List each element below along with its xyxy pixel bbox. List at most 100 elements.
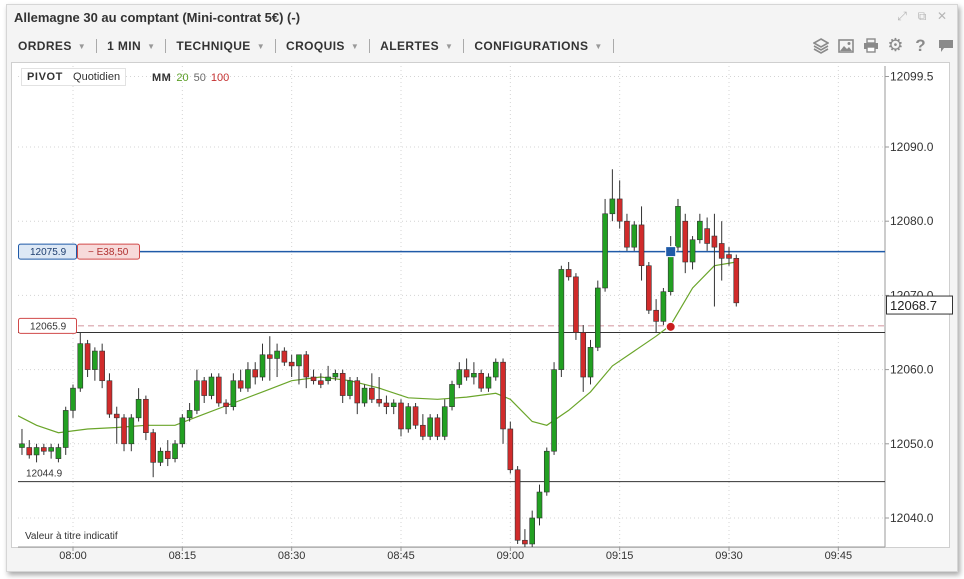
candle-body (580, 332, 587, 378)
candle-body (427, 417, 433, 437)
candle-body (266, 354, 273, 359)
up-candle (609, 169, 616, 222)
down-candle (624, 213, 630, 251)
ma-legend[interactable]: MM 20 50 100 (152, 72, 229, 84)
x-tick-label: 08:15 (169, 550, 197, 562)
up-candle (551, 362, 557, 455)
up-candle (77, 332, 84, 392)
ma-period-100: 100 (210, 72, 230, 84)
up-candle (128, 414, 135, 452)
candle-body (179, 417, 186, 445)
candle-body (733, 257, 740, 304)
candle-body (92, 350, 98, 370)
candle-body (624, 220, 630, 248)
candle-body (522, 539, 528, 545)
candle-body (230, 380, 237, 408)
up-candle (697, 213, 703, 244)
candle-body (41, 447, 47, 452)
x-tick-label: 09:00 (497, 550, 525, 562)
candle-body (121, 417, 127, 445)
candle-body (325, 376, 331, 382)
up-candle (536, 484, 543, 526)
up-candle (259, 343, 266, 381)
ma-20-line (18, 261, 737, 434)
pivot-legend[interactable]: PIVOT Quotidien (21, 68, 127, 86)
up-candle (390, 399, 397, 415)
x-tick-label: 08:45 (387, 550, 415, 562)
candle-body (303, 354, 310, 378)
pivot-period: Quotidien (73, 71, 121, 83)
candle-body (565, 269, 572, 278)
candle-body (347, 380, 353, 396)
candle-body (456, 369, 463, 385)
x-tick-label: 09:30 (715, 550, 743, 562)
ma-period-20: 20 (176, 72, 189, 84)
up-candle (427, 414, 433, 441)
up-candle (587, 339, 594, 385)
up-candle (135, 388, 142, 422)
down-candle (26, 440, 33, 459)
indicative-value-notice: Valeur à titre indicatif (25, 531, 118, 542)
up-candle (194, 369, 200, 415)
up-candle (471, 362, 477, 385)
stop-handle[interactable] (665, 321, 676, 332)
order-handle[interactable] (665, 246, 677, 258)
x-tick-label: 08:30 (278, 550, 306, 562)
candle-body (143, 398, 149, 433)
candle-body (77, 343, 84, 389)
candle-body (186, 410, 193, 419)
down-candle (310, 369, 317, 385)
candle-body (514, 469, 521, 541)
order-level-tag-text: 12075.9 (30, 247, 67, 258)
down-candle (303, 351, 310, 389)
x-tick-label: 08:00 (59, 550, 87, 562)
stop-level-tag-text: 12065.9 (30, 321, 67, 332)
up-candle (325, 365, 331, 385)
down-candle (121, 414, 127, 452)
candle-body (106, 380, 113, 415)
candle-body (288, 361, 295, 367)
candle-body (26, 447, 33, 456)
up-candle (529, 510, 536, 547)
candle-body (48, 447, 54, 452)
down-candle (318, 373, 324, 389)
down-candle (638, 206, 645, 281)
candle-body (638, 224, 645, 267)
up-candle (667, 236, 674, 296)
candle-body (718, 243, 725, 259)
down-candle (84, 339, 91, 378)
candle-body (310, 376, 317, 382)
down-candle (682, 213, 689, 274)
up-candle (208, 373, 215, 400)
ma-label: MM (152, 72, 172, 84)
candle-body (529, 517, 536, 545)
price-chart[interactable]: 12099.512090.012080.012070.012060.012050… (0, 0, 964, 579)
y-tick-label: 12060.0 (890, 363, 934, 377)
ma-period-50: 50 (193, 72, 206, 84)
candle-body (609, 198, 616, 215)
up-candle (92, 347, 98, 381)
down-candle (573, 273, 579, 340)
up-candle (179, 414, 186, 448)
down-candle (288, 354, 295, 378)
down-candle (522, 529, 528, 547)
up-candle (55, 443, 62, 463)
candle-body (441, 406, 448, 437)
low-level-label: 12044.9 (26, 469, 63, 480)
candle-body (376, 398, 382, 404)
candle-body (194, 380, 200, 411)
candle-body (689, 239, 696, 263)
candle-body (12, 407, 17, 418)
candle-body (682, 220, 689, 263)
y-tick-label: 12050.0 (890, 437, 934, 451)
candle-body (653, 309, 659, 322)
candle-body (551, 369, 557, 452)
y-tick-label: 12040.0 (890, 511, 934, 525)
up-candle (543, 447, 550, 496)
down-candle (718, 221, 725, 281)
up-candle (660, 287, 667, 326)
candle-body (675, 206, 681, 248)
candle-body (492, 361, 499, 378)
down-candle (99, 343, 105, 389)
down-candle (215, 373, 222, 407)
